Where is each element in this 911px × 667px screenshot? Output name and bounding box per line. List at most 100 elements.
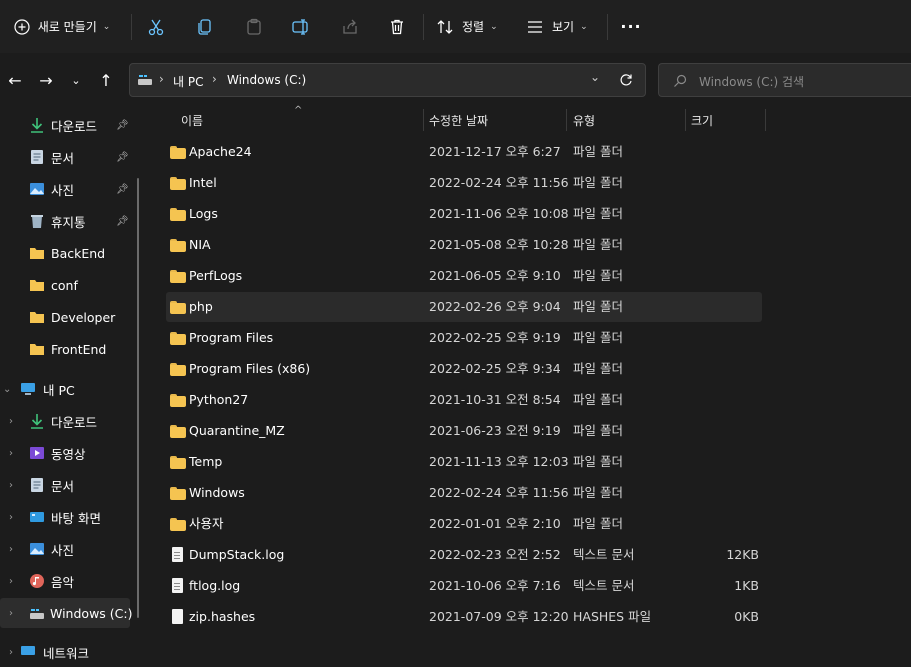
- nav-item-label: 동영상: [51, 446, 86, 462]
- column-divider[interactable]: [423, 109, 424, 131]
- search-placeholder: Windows (C:) 검색: [699, 75, 805, 89]
- column-divider[interactable]: [566, 109, 567, 131]
- nav-item-pc-videos[interactable]: › 동영상: [0, 438, 130, 468]
- nav-item-documents[interactable]: 문서 📌︎: [0, 142, 130, 172]
- column-header-name[interactable]: 이름: [181, 105, 203, 135]
- share-button[interactable]: [338, 0, 362, 53]
- file-row[interactable]: PerfLogs 2021-06-05 오후 9:10 파일 폴더: [166, 261, 762, 291]
- forward-button[interactable]: →: [34, 68, 58, 92]
- nav-item-recycle-bin[interactable]: 휴지통 📌︎: [0, 206, 130, 236]
- chevron-down-icon: ⌄: [102, 21, 111, 32]
- nav-scrollbar[interactable]: [137, 178, 139, 618]
- view-button[interactable]: 보기 ⌄: [526, 0, 596, 53]
- nav-item-pc-music[interactable]: › 음악: [0, 566, 130, 596]
- back-button[interactable]: ←: [3, 68, 27, 92]
- rename-button[interactable]: [289, 0, 313, 53]
- chevron-right-icon[interactable]: ›: [9, 448, 13, 459]
- column-header-type[interactable]: 유형: [573, 105, 595, 135]
- folder-icon: [30, 248, 44, 259]
- nav-item-pc-documents[interactable]: › 문서: [0, 470, 130, 500]
- file-type: 파일 폴더: [573, 268, 623, 283]
- file-type: 텍스트 문서: [573, 547, 635, 562]
- nav-item-pc-pictures[interactable]: › 사진: [0, 534, 130, 564]
- file-row[interactable]: Apache24 2021-12-17 오후 6:27 파일 폴더: [166, 137, 762, 167]
- folder-icon-body: [170, 334, 186, 345]
- file-row[interactable]: zip.hashes 2021-07-09 오후 12:20 HASHES 파일 0K…: [166, 602, 762, 632]
- file-name: 사용자: [189, 516, 224, 531]
- search-input[interactable]: Windows (C:) 검색: [658, 63, 911, 97]
- column-header-label: 크기: [691, 113, 714, 128]
- file-size: [676, 478, 759, 508]
- chevron-right-icon[interactable]: ›: [9, 576, 13, 587]
- nav-item-label: 문서: [51, 478, 75, 494]
- document-icon: [31, 150, 43, 164]
- chevron-down-icon[interactable]: ⌄: [3, 384, 11, 395]
- nav-item-downloads[interactable]: 다운로드 📌︎: [0, 110, 130, 140]
- new-button[interactable]: 새로 만들기 ⌄: [6, 0, 118, 53]
- nav-item-windows-c[interactable]: › Windows (C:): [0, 598, 132, 628]
- nav-item-pc-downloads[interactable]: › 다운로드: [0, 406, 130, 436]
- address-row: ← → ⌄ ↑ › 내 PC › Windows (C:) ⌄ Windows …: [0, 53, 911, 105]
- file-row[interactable]: php 2022-02-26 오후 9:04 파일 폴더: [166, 292, 762, 322]
- sort-label: 정렬: [462, 20, 485, 34]
- chevron-right-icon[interactable]: ›: [9, 416, 13, 427]
- copy-icon: [198, 18, 211, 35]
- file-row[interactable]: Logs 2021-11-06 오후 10:08 파일 폴더: [166, 199, 762, 229]
- download-icon: [31, 118, 43, 133]
- copy-button[interactable]: [193, 0, 217, 53]
- file-row[interactable]: Quarantine_MZ 2021-06-23 오전 9:19 파일 폴더: [166, 416, 762, 446]
- sort-icon: [437, 19, 453, 34]
- column-divider[interactable]: [685, 109, 686, 131]
- nav-item-developer[interactable]: Developer: [0, 302, 130, 332]
- file-row[interactable]: Program Files 2022-02-25 오후 9:19 파일 폴더: [166, 323, 762, 353]
- file-row[interactable]: Python27 2021-10-31 오전 8:54 파일 폴더: [166, 385, 762, 415]
- recent-locations-button[interactable]: ⌄: [64, 68, 88, 92]
- file-row[interactable]: DumpStack.log 2022-02-23 오전 2:52 텍스트 문서 12K…: [166, 540, 762, 570]
- folder-icon-body: [170, 272, 186, 283]
- file-type: 파일 폴더: [573, 454, 623, 469]
- file-row[interactable]: Windows 2022-02-24 오후 11:56 파일 폴더: [166, 478, 762, 508]
- nav-item-label: 문서: [51, 150, 75, 166]
- file-row[interactable]: 사용자 2022-01-01 오후 2:10 파일 폴더: [166, 509, 762, 539]
- file-modified: 2022-02-24 오후 11:56: [429, 485, 569, 500]
- breadcrumb-windows-c[interactable]: Windows (C:): [227, 73, 306, 87]
- cut-button[interactable]: [144, 0, 168, 53]
- breadcrumb-this-pc[interactable]: 내 PC: [173, 73, 203, 90]
- chevron-right-icon[interactable]: ›: [9, 647, 13, 658]
- column-divider[interactable]: [765, 109, 766, 131]
- up-button[interactable]: ↑: [94, 68, 118, 92]
- more-options-button[interactable]: ···: [618, 0, 644, 53]
- chevron-right-icon[interactable]: ›: [9, 544, 13, 555]
- nav-item-backend[interactable]: BackEnd: [0, 238, 130, 268]
- nav-item-pictures[interactable]: 사진 📌︎: [0, 174, 130, 204]
- nav-item-this-pc[interactable]: ⌄ 내 PC: [0, 374, 130, 404]
- folder-icon: [170, 330, 186, 346]
- folder-icon-body: [170, 520, 186, 531]
- chevron-right-icon[interactable]: ›: [9, 608, 13, 619]
- file-modified: 2021-10-06 오후 7:16: [429, 578, 561, 593]
- paste-button[interactable]: [242, 0, 266, 53]
- nav-item-network[interactable]: › 네트워크: [0, 637, 130, 667]
- file-row[interactable]: ftlog.log 2021-10-06 오후 7:16 텍스트 문서 1KB: [166, 571, 762, 601]
- file-row[interactable]: Intel 2022-02-24 오후 11:56 파일 폴더: [166, 168, 762, 198]
- file-row[interactable]: NIA 2021-05-08 오후 10:28 파일 폴더: [166, 230, 762, 260]
- file-row[interactable]: Program Files (x86) 2022-02-25 오후 9:34 파일 …: [166, 354, 762, 384]
- rename-icon: [292, 18, 308, 35]
- column-header-size[interactable]: 크기: [691, 105, 713, 135]
- file-row[interactable]: Temp 2021-11-13 오후 12:03 파일 폴더: [166, 447, 762, 477]
- text-document-icon-page: [172, 578, 183, 593]
- nav-item-conf[interactable]: conf: [0, 270, 130, 300]
- chevron-right-icon[interactable]: ›: [9, 480, 13, 491]
- folder-icon-body: [170, 458, 186, 469]
- refresh-icon[interactable]: [619, 73, 633, 87]
- column-header-label: 수정한 날짜: [429, 113, 489, 128]
- delete-button[interactable]: [385, 0, 409, 53]
- column-header-modified[interactable]: 수정한 날짜: [429, 105, 488, 135]
- nav-item-pc-desktop[interactable]: › 바탕 화면: [0, 502, 130, 532]
- chevron-right-icon[interactable]: ›: [9, 512, 13, 523]
- nav-item-frontend[interactable]: FrontEnd: [0, 334, 130, 364]
- address-bar[interactable]: › 내 PC › Windows (C:) ⌄: [129, 63, 646, 97]
- address-history-button[interactable]: ⌄: [590, 70, 600, 84]
- sort-button[interactable]: 정렬 ⌄: [436, 0, 506, 53]
- file-size: [676, 354, 759, 384]
